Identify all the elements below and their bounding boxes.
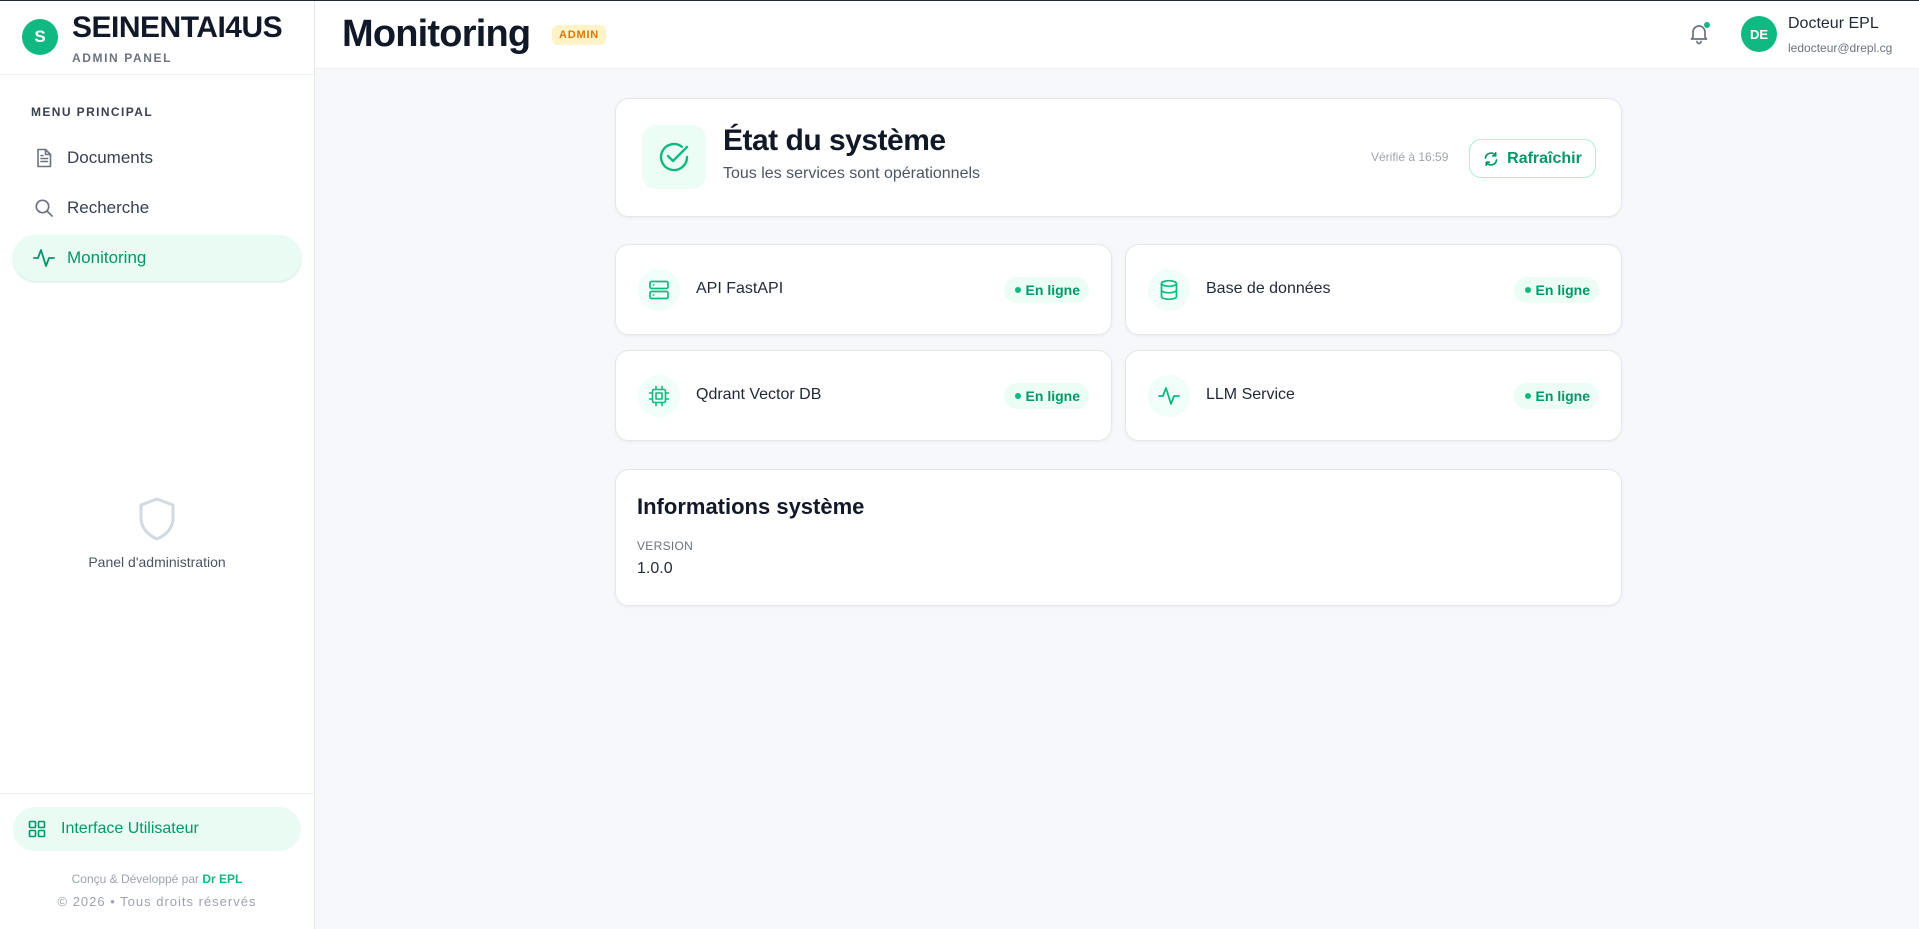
service-card-api: API FastAPI En ligne bbox=[615, 244, 1112, 335]
status-label: En ligne bbox=[1025, 388, 1080, 404]
status-label: En ligne bbox=[1535, 282, 1590, 298]
system-status-subtitle: Tous les services sont opérationnels bbox=[723, 165, 981, 182]
avatar[interactable]: DE bbox=[1741, 16, 1777, 52]
shield-icon bbox=[137, 496, 177, 542]
database-icon bbox=[1148, 269, 1190, 311]
status-badge: En ligne bbox=[1513, 277, 1599, 303]
system-status-title: État du système bbox=[723, 124, 946, 157]
grid-icon bbox=[27, 819, 47, 839]
status-dot bbox=[1014, 393, 1021, 399]
page-title: Monitoring bbox=[342, 13, 531, 55]
credit-author[interactable]: Dr EPL bbox=[202, 872, 242, 886]
server-icon bbox=[638, 269, 680, 311]
service-card-database: Base de données En ligne bbox=[1125, 244, 1622, 335]
status-dot bbox=[1524, 287, 1531, 293]
brand-logo: S bbox=[22, 19, 58, 55]
user-interface-label: Interface Utilisateur bbox=[61, 820, 199, 837]
admin-panel-info: Panel d'administration bbox=[0, 496, 314, 570]
document-icon bbox=[33, 147, 55, 169]
sidebar-item-label: Recherche bbox=[67, 198, 150, 217]
search-icon bbox=[33, 197, 55, 219]
sidebar-item-recherche[interactable]: Recherche bbox=[13, 185, 301, 231]
status-dot bbox=[1014, 287, 1021, 293]
status-label: En ligne bbox=[1535, 388, 1590, 404]
service-name: Qdrant Vector DB bbox=[696, 386, 822, 403]
brand-subtitle: ADMIN PANEL bbox=[72, 51, 173, 65]
system-info-card: Informations système VERSION 1.0.0 bbox=[615, 469, 1622, 606]
refresh-icon bbox=[1484, 151, 1498, 166]
status-badge: En ligne bbox=[1003, 383, 1089, 409]
user-name: Docteur EPL bbox=[1788, 15, 1879, 32]
system-info-title: Informations système bbox=[637, 494, 865, 519]
service-name: API FastAPI bbox=[696, 280, 784, 297]
status-label: En ligne bbox=[1025, 282, 1080, 298]
service-name: LLM Service bbox=[1206, 386, 1295, 403]
check-circle-icon bbox=[642, 125, 706, 189]
notification-dot bbox=[1703, 21, 1711, 29]
admin-panel-label: Panel d'administration bbox=[88, 554, 226, 570]
sidebar-item-monitoring[interactable]: Monitoring bbox=[13, 235, 301, 281]
sidebar-item-documents[interactable]: Documents bbox=[13, 135, 301, 181]
status-dot bbox=[1524, 393, 1531, 399]
menu-heading: MENU PRINCIPAL bbox=[31, 105, 154, 119]
user-interface-button[interactable]: Interface Utilisateur bbox=[13, 807, 301, 851]
admin-badge: ADMIN bbox=[552, 25, 607, 45]
refresh-label: Rafraîchir bbox=[1507, 149, 1582, 167]
sidebar: S SEINENTAI4US ADMIN PANEL MENU PRINCIPA… bbox=[0, 1, 315, 929]
service-card-qdrant: Qdrant Vector DB En ligne bbox=[615, 350, 1112, 441]
version-label: VERSION bbox=[637, 539, 694, 553]
copyright: © 2026 • Tous droits réservés bbox=[57, 894, 257, 909]
credit: Conçu & Développé par Dr EPL bbox=[0, 872, 314, 886]
service-name: Base de données bbox=[1206, 280, 1331, 297]
cpu-icon bbox=[638, 375, 680, 417]
status-badge: En ligne bbox=[1513, 383, 1599, 409]
system-status-card: État du système Tous les services sont o… bbox=[615, 98, 1622, 217]
activity-icon bbox=[1148, 375, 1190, 417]
user-email: ledocteur@drepl.cg bbox=[1788, 41, 1893, 55]
sidebar-item-label: Monitoring bbox=[67, 248, 147, 267]
brand-name: SEINENTAI4US bbox=[72, 11, 283, 44]
notification-button[interactable] bbox=[1687, 21, 1711, 45]
credit-prefix: Conçu & Développé par bbox=[71, 872, 200, 886]
activity-icon bbox=[33, 247, 55, 269]
service-card-llm: LLM Service En ligne bbox=[1125, 350, 1622, 441]
refresh-button[interactable]: Rafraîchir bbox=[1469, 139, 1596, 178]
sidebar-divider bbox=[0, 74, 314, 75]
header: Monitoring ADMIN DE Docteur EPL ledocteu… bbox=[315, 1, 1919, 69]
version-value: 1.0.0 bbox=[637, 560, 673, 577]
sidebar-footer-divider bbox=[0, 793, 314, 794]
sidebar-item-label: Documents bbox=[67, 148, 153, 167]
status-badge: En ligne bbox=[1003, 277, 1089, 303]
last-checked-time: Vérifié à 16:59 bbox=[1371, 150, 1449, 164]
